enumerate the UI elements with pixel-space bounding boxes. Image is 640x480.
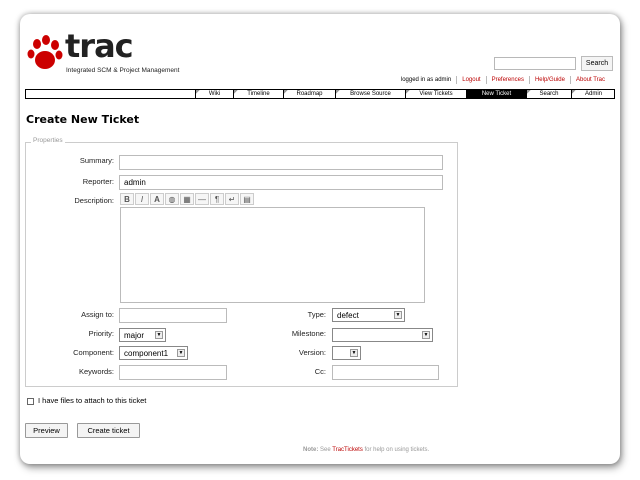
priority-value: major [124,330,145,340]
top-search-button[interactable]: Search [581,56,613,71]
tab-roadmap[interactable]: Roadmap [283,90,335,99]
cc-label: Cc: [314,367,326,376]
tab-timeline[interactable]: Timeline [233,90,283,99]
top-search-input[interactable] [494,57,576,70]
chevron-down-icon: ▼ [422,331,430,339]
paw-icon [27,35,63,69]
code-block-icon[interactable]: ▦ [180,193,194,205]
description-textarea[interactable] [120,207,425,303]
reporter-label: Reporter: [82,177,114,186]
milestone-select[interactable]: ▼ [332,328,433,342]
line-break-icon[interactable]: ↵ [225,193,239,205]
italic-icon[interactable]: I [135,193,149,205]
image-icon[interactable]: ▤ [240,193,254,205]
component-select[interactable]: component1 ▼ [119,346,188,360]
mainnav: Wiki Timeline Roadmap Browse Source View… [25,89,615,99]
tab-wiki[interactable]: Wiki [195,90,233,99]
preview-button[interactable]: Preview [25,423,68,438]
milestone-label: Milestone: [291,329,326,338]
priority-select[interactable]: major ▼ [119,328,166,342]
tab-new-ticket[interactable]: New Ticket [466,90,526,99]
properties-legend: Properties [31,137,65,144]
note-see: See [320,447,331,453]
summary-input[interactable] [119,155,443,170]
keywords-label: Keywords: [78,367,114,376]
logo-subtitle: Integrated SCM & Project Management [66,67,180,74]
component-value: component1 [124,348,169,358]
assign-to-label: Assign to: [81,310,114,319]
keywords-input[interactable] [119,365,227,380]
description-label: Description: [74,196,114,205]
page-title: Create New Ticket [26,113,140,126]
version-select[interactable]: ▼ [332,346,361,360]
preferences-link[interactable]: Preferences [485,76,529,84]
component-label: Component: [73,348,114,357]
type-value: defect [337,310,359,320]
tab-browse-source[interactable]: Browse Source [335,90,405,99]
chevron-down-icon: ▼ [177,349,185,357]
tractickets-link[interactable]: TracTickets [332,447,363,453]
wiki-toolbar: B I A ◍ ▦ — ¶ ↵ ▤ [120,193,255,206]
horizontal-rule-icon[interactable]: — [195,193,209,205]
priority-label: Priority: [88,329,114,338]
tab-search[interactable]: Search [526,90,571,99]
logo-text: trac [65,27,134,65]
reporter-input[interactable]: admin [119,175,443,190]
about-trac-link[interactable]: About Trac [569,76,610,84]
help-note: Note: See TracTickets for help on using … [303,447,429,453]
attach-files-checkbox[interactable] [27,398,34,405]
logout-link[interactable]: Logout [456,76,485,84]
note-suffix: for help on using tickets. [364,447,430,453]
chevron-down-icon: ▼ [394,311,402,319]
help-guide-link[interactable]: Help/Guide [528,76,570,84]
type-select[interactable]: defect ▼ [332,308,405,322]
tab-admin[interactable]: Admin [571,90,615,99]
note-prefix: Note: [303,447,319,453]
summary-label: Summary: [79,156,114,165]
logged-in-text: logged in as admin [400,77,452,83]
link-icon[interactable]: ◍ [165,193,179,205]
heading-icon[interactable]: A [150,193,164,205]
trac-logo[interactable]: trac Integrated SCM & Project Management [27,27,180,79]
paragraph-icon[interactable]: ¶ [210,193,224,205]
version-label: Version: [298,348,326,357]
assign-to-input[interactable] [119,308,227,323]
cc-input[interactable] [332,365,439,380]
type-label: Type: [307,310,326,319]
chevron-down-icon: ▼ [350,349,358,357]
attach-files-label: I have files to attach to this ticket [38,396,147,405]
bold-icon[interactable]: B [120,193,134,205]
create-ticket-button[interactable]: Create ticket [77,423,140,438]
metanav: logged in as admin Logout Preferences He… [396,76,610,84]
chevron-down-icon: ▼ [155,331,163,339]
tab-view-tickets[interactable]: View Tickets [405,90,466,99]
